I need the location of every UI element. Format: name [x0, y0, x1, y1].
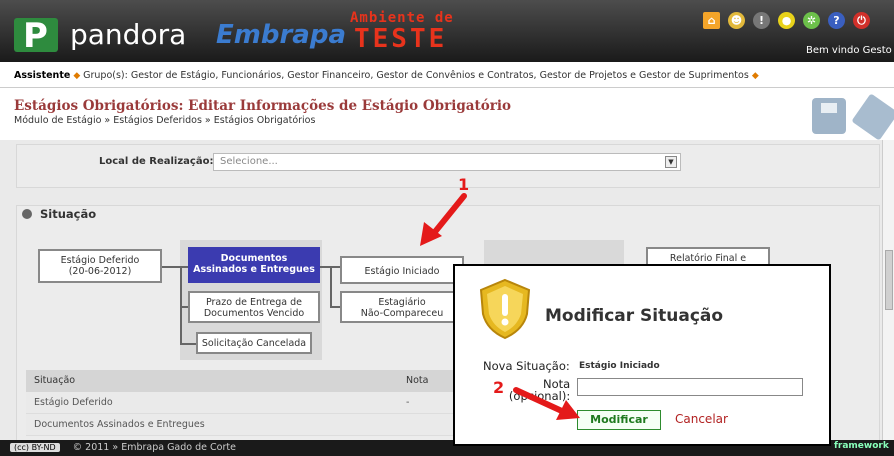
table-row: Estágio Deferido -: [26, 392, 500, 414]
user-bar: Assistente ◆ Grupo(s): Gestor de Estágio…: [0, 62, 894, 88]
red-arrow-icon: [420, 193, 467, 246]
red-arrow-icon: [513, 387, 580, 420]
local-select[interactable]: Selecione... ▼: [213, 153, 681, 171]
flow-connector: [330, 266, 332, 308]
row-nota: -: [406, 397, 410, 408]
local-select-value: Selecione...: [220, 156, 278, 167]
nova-situacao-value: Estágio Iniciado: [579, 361, 660, 371]
embrapa-logo: Embrapa: [216, 20, 346, 50]
chevron-down-icon[interactable]: ▼: [665, 156, 677, 168]
page-title-rest: Editar Informações de Estágio Obrigatóri…: [183, 98, 511, 114]
status-box-documentos[interactable]: Documentos Assinados e Entregues: [188, 247, 320, 283]
environment-name: TESTE: [354, 24, 448, 54]
home-icon[interactable]: ⌂: [703, 12, 720, 29]
help-icon[interactable]: ?: [828, 12, 845, 29]
nota-input[interactable]: [577, 378, 803, 396]
brand-name: pandora: [70, 18, 187, 51]
modify-status-dialog: Modificar Situação Nova Situação: Estági…: [453, 264, 831, 446]
flow-connector: [180, 343, 196, 345]
settings-icon[interactable]: ✲: [803, 12, 820, 29]
collapse-icon[interactable]: [22, 209, 32, 219]
status-box-cancelada[interactable]: Solicitação Cancelada: [196, 332, 312, 354]
table-header: Situação Nota: [26, 370, 500, 392]
modify-button[interactable]: Modificar: [577, 410, 661, 430]
situacao-heading[interactable]: Situação: [22, 207, 96, 221]
row-situacao: Estágio Deferido: [34, 397, 113, 408]
user-role: Assistente: [14, 70, 71, 81]
cancel-link[interactable]: Cancelar: [675, 412, 728, 426]
footer-copyright: © 2011 » Embrapa Gado de Corte: [72, 442, 236, 453]
user-groups: Grupo(s): Gestor de Estágio, Funcionário…: [83, 70, 749, 81]
welcome-text: Bem vindo Gesto: [806, 45, 892, 56]
diamond-icon: ◆: [751, 71, 759, 81]
top-header: P pandora Embrapa Ambiente de TESTE ⌂ ☻ …: [0, 0, 894, 62]
col-situacao-header: Situação: [34, 375, 76, 386]
framework-logo: framework: [834, 441, 889, 451]
user-icon[interactable]: ☻: [728, 12, 745, 29]
dialog-title: Modificar Situação: [545, 306, 724, 326]
flow-connector: [180, 266, 182, 344]
page-title: Estágios Obrigatórios: Editar Informaçõe…: [14, 98, 511, 114]
cc-license-badge[interactable]: (cc) BY-ND: [10, 443, 60, 452]
vertical-scrollbar[interactable]: [882, 140, 894, 440]
status-box-deferido[interactable]: Estágio Deferido (20-06-2012): [38, 249, 162, 283]
local-label: Local de Realização:: [99, 156, 214, 167]
warning-shield-icon: [479, 278, 531, 340]
ring-icon[interactable]: ●: [778, 12, 795, 29]
pandora-logo[interactable]: P: [14, 16, 58, 56]
status-box-nao-compareceu[interactable]: Estagiário Não-Compareceu: [340, 291, 464, 323]
alert-icon[interactable]: !: [753, 12, 770, 29]
step-number-2: 2: [493, 378, 505, 397]
page-title-prefix: Estágios Obrigatórios:: [14, 98, 184, 114]
local-panel: Local de Realização: Selecione... ▼: [16, 144, 880, 188]
status-box-iniciado[interactable]: Estágio Iniciado: [340, 256, 464, 284]
table-row: Documentos Assinados e Entregues: [26, 414, 500, 436]
scroll-thumb[interactable]: [885, 250, 893, 310]
situacao-table: Situação Nota Estágio Deferido - Documen…: [26, 370, 500, 436]
flow-connector: [330, 306, 340, 308]
title-bar: Estágios Obrigatórios: Editar Informaçõe…: [0, 88, 894, 141]
col-nota-header: Nota: [406, 375, 429, 386]
row-situacao: Documentos Assinados e Entregues: [34, 419, 205, 430]
diamond-icon: ◆: [73, 71, 84, 81]
logo-letter: P: [23, 16, 48, 56]
eraser-icon[interactable]: [851, 93, 894, 141]
save-icon[interactable]: [812, 98, 846, 134]
breadcrumb[interactable]: Módulo de Estágio » Estágios Deferidos »…: [14, 115, 315, 126]
nova-situacao-label: Nova Situação:: [483, 359, 570, 373]
situacao-heading-label: Situação: [40, 207, 97, 221]
flow-connector: [180, 306, 188, 308]
status-box-prazo[interactable]: Prazo de Entrega de Documentos Vencido: [188, 291, 320, 323]
power-icon[interactable]: ⏻: [853, 12, 870, 29]
header-icons: ⌂ ☻ ! ● ✲ ? ⏻: [703, 12, 870, 34]
flow-connector: [162, 266, 188, 268]
